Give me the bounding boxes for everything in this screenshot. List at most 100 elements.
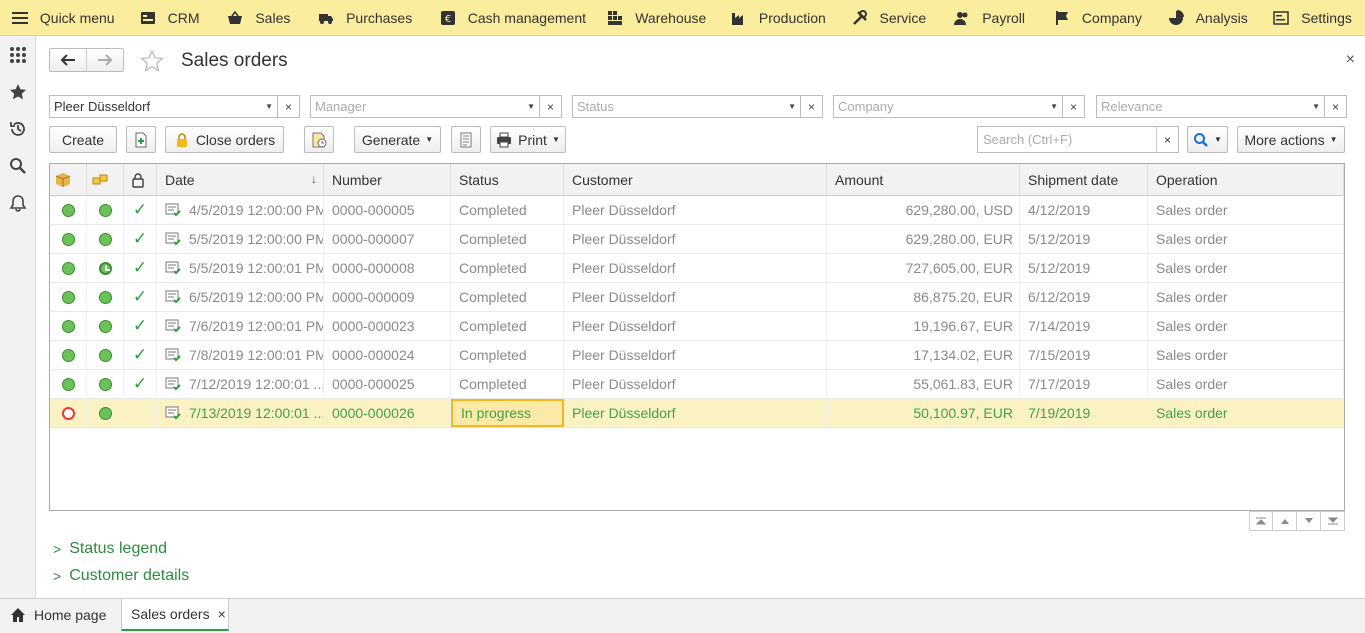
history-icon[interactable] <box>0 110 36 147</box>
status-column[interactable]: Status <box>451 164 564 196</box>
print-button[interactable]: Print ▼ <box>490 126 566 153</box>
clear-status-button[interactable]: × <box>801 95 823 118</box>
date-value: 5/5/2019 12:00:00 PM <box>189 231 324 247</box>
payment-status-column[interactable] <box>50 164 87 196</box>
customer-details-toggle[interactable]: > Customer details <box>53 567 189 585</box>
customer-cell: Pleer Düsseldorf <box>564 196 827 224</box>
clear-search-button[interactable]: × <box>1156 127 1178 152</box>
search-input[interactable]: Search (Ctrl+F) <box>978 132 1156 147</box>
status-legend-toggle[interactable]: > Status legend <box>53 540 167 558</box>
arrow-left-icon <box>60 54 75 66</box>
table-row[interactable]: ✓ 4/5/2019 12:00:00 PM 0000-000005 Complete… <box>50 196 1344 225</box>
menu-service[interactable]: Service <box>852 0 955 36</box>
date-cell: 7/8/2019 12:00:01 PM <box>157 341 324 369</box>
menu-payroll[interactable]: Payroll <box>954 0 1054 36</box>
status-value: Completed <box>459 318 527 334</box>
page-title: Sales orders <box>181 50 288 71</box>
date-cell: 5/5/2019 12:00:00 PM <box>157 225 324 253</box>
amount-column[interactable]: Amount <box>827 164 1020 196</box>
shipment-date-column[interactable]: Shipment date <box>1020 164 1148 196</box>
apps-grid-icon[interactable] <box>0 36 36 73</box>
bell-icon[interactable] <box>0 184 36 221</box>
closed-cell: ✓ <box>124 341 157 369</box>
clear-relevance-button[interactable]: × <box>1325 95 1347 118</box>
posted-document-icon <box>165 406 181 420</box>
menu-quick-menu[interactable]: Quick menu <box>40 0 140 36</box>
customer-column[interactable]: Customer <box>564 164 827 196</box>
date-cell: 4/5/2019 12:00:00 PM <box>157 196 324 224</box>
table-row[interactable]: ✓ 7/8/2019 12:00:01 PM 0000-000024 Complete… <box>50 341 1344 370</box>
dropdown-icon[interactable]: ▼ <box>265 102 273 111</box>
operation-column[interactable]: Operation <box>1148 164 1344 196</box>
menu-warehouse[interactable]: Warehouse <box>607 0 731 36</box>
operation-value: Sales order <box>1156 376 1228 392</box>
relevance-field[interactable]: Relevance ▼ <box>1096 95 1325 118</box>
report-button[interactable] <box>304 126 334 153</box>
amount-cell: 629,280.00, USD <box>827 196 1020 224</box>
menu-sales[interactable]: Sales <box>227 0 318 36</box>
tab-home-page[interactable]: Home page <box>10 599 120 631</box>
close-tab-button[interactable]: × <box>218 606 226 622</box>
search-options-button[interactable]: ▼ <box>1187 126 1228 153</box>
operation-value: Sales order <box>1156 231 1228 247</box>
customer-value: Pleer Düsseldorf <box>572 376 676 392</box>
dropdown-icon[interactable]: ▼ <box>1312 102 1320 111</box>
closed-cell: ✓ <box>124 225 157 253</box>
menu-crm[interactable]: CRM <box>140 0 228 36</box>
dropdown-icon[interactable]: ▼ <box>527 102 535 111</box>
document-journal-button[interactable] <box>451 126 481 153</box>
paid-status-icon <box>61 232 75 246</box>
close-form-button[interactable]: × <box>1346 51 1355 69</box>
shipment-date-value: 5/12/2019 <box>1028 260 1091 276</box>
table-row[interactable]: ✓ 6/5/2019 12:00:00 PM 0000-000009 Complete… <box>50 283 1344 312</box>
closed-column[interactable] <box>124 164 157 196</box>
table-row[interactable]: 7/13/2019 12:00:01 ... 0000-000026 In prog… <box>50 399 1344 428</box>
menu-settings[interactable]: Settings <box>1273 0 1365 36</box>
tab-sales-orders-label: Sales orders <box>131 606 210 622</box>
table-row[interactable]: ✓ 5/5/2019 12:00:01 PM 0000-000008 Complete… <box>50 254 1344 283</box>
shipment-date-value: 4/12/2019 <box>1028 202 1091 218</box>
hamburger-icon[interactable] <box>0 0 40 36</box>
more-actions-button[interactable]: More actions ▼ <box>1237 126 1345 153</box>
menu-cash-management[interactable]: € Cash management <box>440 0 608 36</box>
counterparty-field[interactable]: Pleer Düsseldorf ▼ <box>49 95 278 118</box>
back-button[interactable] <box>50 49 86 71</box>
tab-sales-orders[interactable]: Sales orders × <box>121 599 229 631</box>
status-field[interactable]: Status ▼ <box>572 95 801 118</box>
shipment-status-column[interactable] <box>87 164 124 196</box>
favorite-star-icon[interactable] <box>140 49 164 73</box>
payment-status-cell <box>50 399 87 427</box>
table-row[interactable]: ✓ 7/6/2019 12:00:01 PM 0000-000023 Complete… <box>50 312 1344 341</box>
menu-purchases[interactable]: Purchases <box>318 0 440 36</box>
scroll-up-button[interactable] <box>1273 511 1297 531</box>
copy-document-button[interactable] <box>126 126 156 153</box>
menu-production[interactable]: Production <box>731 0 852 36</box>
sales-orders-table: Date ↓ Number Status Customer Amount Ship… <box>49 163 1345 511</box>
shipped-status-icon <box>98 290 112 304</box>
generate-button[interactable]: Generate ▼ <box>354 126 441 153</box>
table-row[interactable]: ✓ 7/12/2019 12:00:01 ... 0000-000025 Comple… <box>50 370 1344 399</box>
operation-header-label: Operation <box>1156 172 1218 188</box>
company-field[interactable]: Company ▼ <box>833 95 1063 118</box>
payment-status-cell <box>50 225 87 253</box>
amount-value: 629,280.00, USD <box>905 202 1013 218</box>
scroll-down-button[interactable] <box>1297 511 1321 531</box>
create-button[interactable]: Create <box>49 126 117 153</box>
clear-manager-button[interactable]: × <box>540 95 562 118</box>
table-row[interactable]: ✓ 5/5/2019 12:00:00 PM 0000-000007 Complete… <box>50 225 1344 254</box>
scroll-bottom-button[interactable] <box>1321 511 1345 531</box>
clear-counterparty-button[interactable]: × <box>278 95 300 118</box>
search-icon[interactable] <box>0 147 36 184</box>
star-icon[interactable] <box>0 73 36 110</box>
date-column[interactable]: Date ↓ <box>157 164 324 196</box>
dropdown-icon[interactable]: ▼ <box>1050 102 1058 111</box>
scroll-top-button[interactable] <box>1249 511 1273 531</box>
dropdown-icon[interactable]: ▼ <box>788 102 796 111</box>
number-column[interactable]: Number <box>324 164 451 196</box>
close-orders-button[interactable]: Close orders <box>165 126 284 153</box>
clear-company-button[interactable]: × <box>1063 95 1085 118</box>
manager-field[interactable]: Manager ▼ <box>310 95 540 118</box>
forward-button[interactable] <box>86 49 123 71</box>
menu-analysis[interactable]: Analysis <box>1168 0 1274 36</box>
menu-company[interactable]: Company <box>1054 0 1168 36</box>
